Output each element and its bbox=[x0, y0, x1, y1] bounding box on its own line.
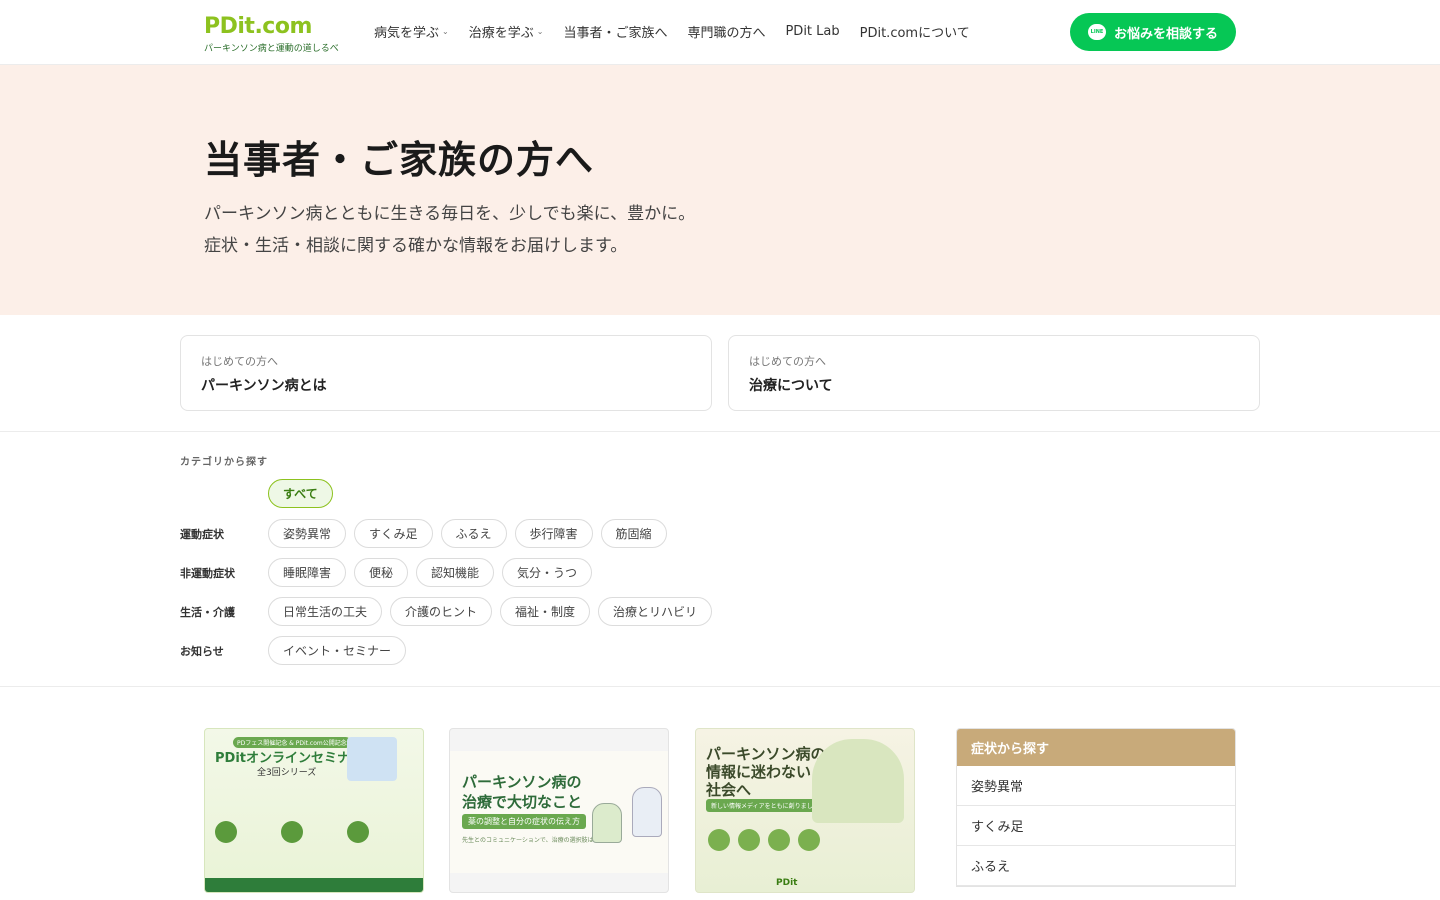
category-filter: カテゴリから探す すべて 運動症状 姿勢異常 すくみ足 ふるえ 歩行障害 筋固縮… bbox=[0, 432, 1440, 687]
feature-icons bbox=[708, 829, 820, 851]
session-dates bbox=[215, 821, 369, 843]
consult-button-label: お悩みを相談する bbox=[1113, 26, 1218, 42]
chip-daily-life[interactable]: 日常生活の工夫 bbox=[268, 597, 383, 626]
consult-button[interactable]: LINE お悩みを相談する bbox=[1070, 13, 1236, 51]
filter-row-nonmotor: 非運動症状 睡眠障害 便秘 認知機能 気分・うつ bbox=[180, 558, 593, 587]
sidebar-heading: 症状から探す bbox=[957, 729, 1235, 766]
thumbnail-title-line: 社会へ bbox=[706, 781, 752, 799]
date-badge bbox=[347, 821, 369, 843]
hero-description-line: 症状・生活・相談に関する確かな情報をお届けします。 bbox=[204, 236, 628, 256]
logo-tagline: パーキンソン病と運動の道しるべ bbox=[204, 44, 339, 54]
chip-gait[interactable]: 歩行障害 bbox=[514, 519, 593, 548]
chip-care-tips[interactable]: 介護のヒント bbox=[390, 597, 493, 626]
feature-icon bbox=[708, 829, 730, 851]
article-thumbnail-treatment[interactable]: パーキンソン病の 治療で大切なこと 薬の調整と自分の症状の伝え方 先生とのコミュ… bbox=[449, 728, 669, 893]
filter-heading: カテゴリから探す bbox=[180, 457, 268, 468]
chip-sleep[interactable]: 睡眠障害 bbox=[268, 558, 347, 587]
main-nav: 病気を学ぶ ⌄ 治療を学ぶ ⌄ 当事者・ご家族へ 専門職の方へ PDit Lab P… bbox=[374, 22, 990, 41]
nav-learn-disease[interactable]: 病気を学ぶ ⌄ bbox=[374, 22, 449, 41]
intro-card-parkinsons[interactable]: はじめての方へ パーキンソン病とは bbox=[180, 335, 712, 411]
nav-label: 当事者・ご家族へ bbox=[563, 26, 668, 41]
nav-label: 専門職の方へ bbox=[687, 26, 766, 41]
chip-freezing[interactable]: すくみ足 bbox=[354, 519, 433, 548]
filter-row-label: 非運動症状 bbox=[180, 566, 235, 580]
intro-card-kicker: はじめての方へ bbox=[749, 355, 826, 368]
hero-description: パーキンソン病とともに生きる毎日を、少しでも楽に、豊かに。 症状・生活・相談に関… bbox=[204, 198, 695, 262]
nav-label: PDit Lab bbox=[785, 24, 840, 39]
chevron-down-icon: ⌄ bbox=[536, 27, 544, 36]
chip-all[interactable]: すべて bbox=[268, 479, 333, 508]
filter-row-all: すべて bbox=[180, 479, 333, 508]
article-thumbnail-media[interactable]: パーキンソン病の 情報に迷わない 社会へ 新しい情報メディアをともに創りましょう… bbox=[695, 728, 915, 893]
nav-label: 病気を学ぶ bbox=[374, 26, 440, 41]
speaker-photo bbox=[347, 737, 397, 781]
hero-section: 当事者・ご家族の方へ パーキンソン病とともに生きる毎日を、少しでも楽に、豊かに。… bbox=[0, 65, 1440, 315]
feature-icon bbox=[768, 829, 790, 851]
filter-row-life: 生活・介護 日常生活の工夫 介護のヒント 福祉・制度 治療とリハビリ bbox=[180, 597, 713, 626]
intro-card-treatment[interactable]: はじめての方へ 治療について bbox=[728, 335, 1260, 411]
chip-tremor[interactable]: ふるえ bbox=[440, 519, 507, 548]
line-icon: LINE bbox=[1087, 24, 1106, 40]
chip-mood[interactable]: 気分・うつ bbox=[502, 558, 593, 587]
feature-icon bbox=[738, 829, 760, 851]
thumbnail-subtitle: 全3回シリーズ bbox=[257, 768, 317, 778]
site-header: PDit.com パーキンソン病と運動の道しるべ 病気を学ぶ ⌄ 治療を学ぶ ⌄ 当… bbox=[0, 0, 1440, 65]
thumbnail-caption: 先生とのコミュニケーションで、治療の選択肢は広がる bbox=[462, 837, 612, 844]
filter-row-motor: 運動症状 姿勢異常 すくみ足 ふるえ 歩行障害 筋固縮 bbox=[180, 519, 667, 548]
nav-pdit-lab[interactable]: PDit Lab bbox=[785, 22, 839, 41]
chip-constipation[interactable]: 便秘 bbox=[354, 558, 409, 587]
intro-card-title: パーキンソン病とは bbox=[201, 378, 327, 394]
date-badge bbox=[215, 821, 237, 843]
sidebar-item-posture[interactable]: 姿勢異常 bbox=[957, 766, 1235, 806]
logo-wordmark: PDit.com bbox=[204, 14, 312, 39]
nav-label: 治療を学ぶ bbox=[468, 26, 534, 41]
date-badge bbox=[281, 821, 303, 843]
page-title: 当事者・ご家族の方へ bbox=[204, 138, 595, 182]
chip-events[interactable]: イベント・セミナー bbox=[268, 636, 407, 665]
thumbnail-title: PDitオンラインセミナー bbox=[215, 751, 363, 766]
filter-row-label: 生活・介護 bbox=[180, 605, 235, 619]
filter-row-label: 運動症状 bbox=[180, 527, 224, 541]
nav-about[interactable]: PDit.comについて bbox=[860, 22, 970, 41]
doctor-illustration bbox=[632, 787, 662, 837]
feature-icon bbox=[798, 829, 820, 851]
thumbnail-title-line: パーキンソン病の bbox=[462, 773, 582, 791]
nav-learn-treatment[interactable]: 治療を学ぶ ⌄ bbox=[469, 22, 544, 41]
article-thumbnail-seminar[interactable]: PDフェス開催記念 & PDit.com公開記念 PDitオンラインセミナー 全… bbox=[204, 728, 424, 893]
site-logo[interactable]: PDit.com パーキンソン病と運動の道しるべ bbox=[204, 14, 364, 54]
sidebar-item-tremor[interactable]: ふるえ bbox=[957, 846, 1235, 886]
intro-cards: はじめての方へ パーキンソン病とは はじめての方へ 治療について bbox=[0, 315, 1440, 432]
nav-patients-families[interactable]: 当事者・ご家族へ bbox=[563, 22, 667, 41]
nav-professionals[interactable]: 専門職の方へ bbox=[687, 22, 765, 41]
chip-welfare[interactable]: 福祉・制度 bbox=[500, 597, 591, 626]
patient-illustration bbox=[592, 803, 622, 843]
symptom-sidebar: 症状から探す 姿勢異常 すくみ足 ふるえ bbox=[956, 728, 1236, 887]
hero-description-line: パーキンソン病とともに生きる毎日を、少しでも楽に、豊かに。 bbox=[204, 204, 696, 224]
thumbnail-pill: 薬の調整と自分の症状の伝え方 bbox=[462, 814, 586, 829]
nav-label: PDit.comについて bbox=[859, 26, 970, 41]
filter-row-news: お知らせ イベント・セミナー bbox=[180, 636, 407, 665]
thumbnail-title-line: 治療で大切なこと bbox=[462, 793, 583, 811]
article-list: PDフェス開催記念 & PDit.com公開記念 PDitオンラインセミナー 全… bbox=[0, 687, 1440, 900]
thumbnail-illustration: パーキンソン病の 治療で大切なこと 薬の調整と自分の症状の伝え方 先生とのコミュ… bbox=[450, 751, 668, 873]
thumbnail-footer-band bbox=[205, 878, 423, 892]
filter-row-label: お知らせ bbox=[180, 644, 224, 658]
thumbnail-brand: PDit bbox=[776, 878, 798, 888]
chip-cognition[interactable]: 認知機能 bbox=[416, 558, 495, 587]
chip-rehab[interactable]: 治療とリハビリ bbox=[598, 597, 713, 626]
intro-card-title: 治療について bbox=[749, 378, 833, 394]
chip-rigidity[interactable]: 筋固縮 bbox=[600, 519, 667, 548]
chevron-down-icon: ⌄ bbox=[442, 27, 449, 36]
intro-card-kicker: はじめての方へ bbox=[201, 355, 278, 368]
sidebar-item-freezing[interactable]: すくみ足 bbox=[957, 806, 1235, 846]
people-illustration bbox=[812, 739, 904, 823]
chip-posture[interactable]: 姿勢異常 bbox=[268, 519, 347, 548]
